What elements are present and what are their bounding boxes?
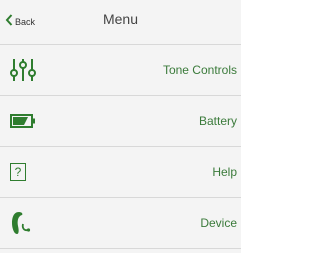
- menu-item-label: Tone Controls: [162, 63, 237, 77]
- menu-item-battery[interactable]: Battery: [0, 96, 241, 147]
- menu-item-device[interactable]: Device: [0, 198, 241, 249]
- menu-screen: Back Menu Tone Controls Battery ? Help D…: [0, 0, 241, 253]
- menu-item-label: Device: [200, 216, 237, 230]
- menu-item-tone-controls[interactable]: Tone Controls: [0, 45, 241, 96]
- menu-item-help[interactable]: ? Help: [0, 147, 241, 198]
- page-title: Menu: [102, 11, 139, 27]
- help-icon-glyph: ?: [10, 163, 26, 181]
- battery-icon: [10, 114, 36, 128]
- sliders-icon: [10, 58, 36, 82]
- menu-item-label: Battery: [198, 114, 237, 128]
- menu-item-label: Help: [212, 165, 237, 179]
- hearing-aid-icon: [10, 210, 32, 236]
- help-icon: ?: [10, 163, 26, 181]
- header-bar: Back Menu: [0, 0, 241, 45]
